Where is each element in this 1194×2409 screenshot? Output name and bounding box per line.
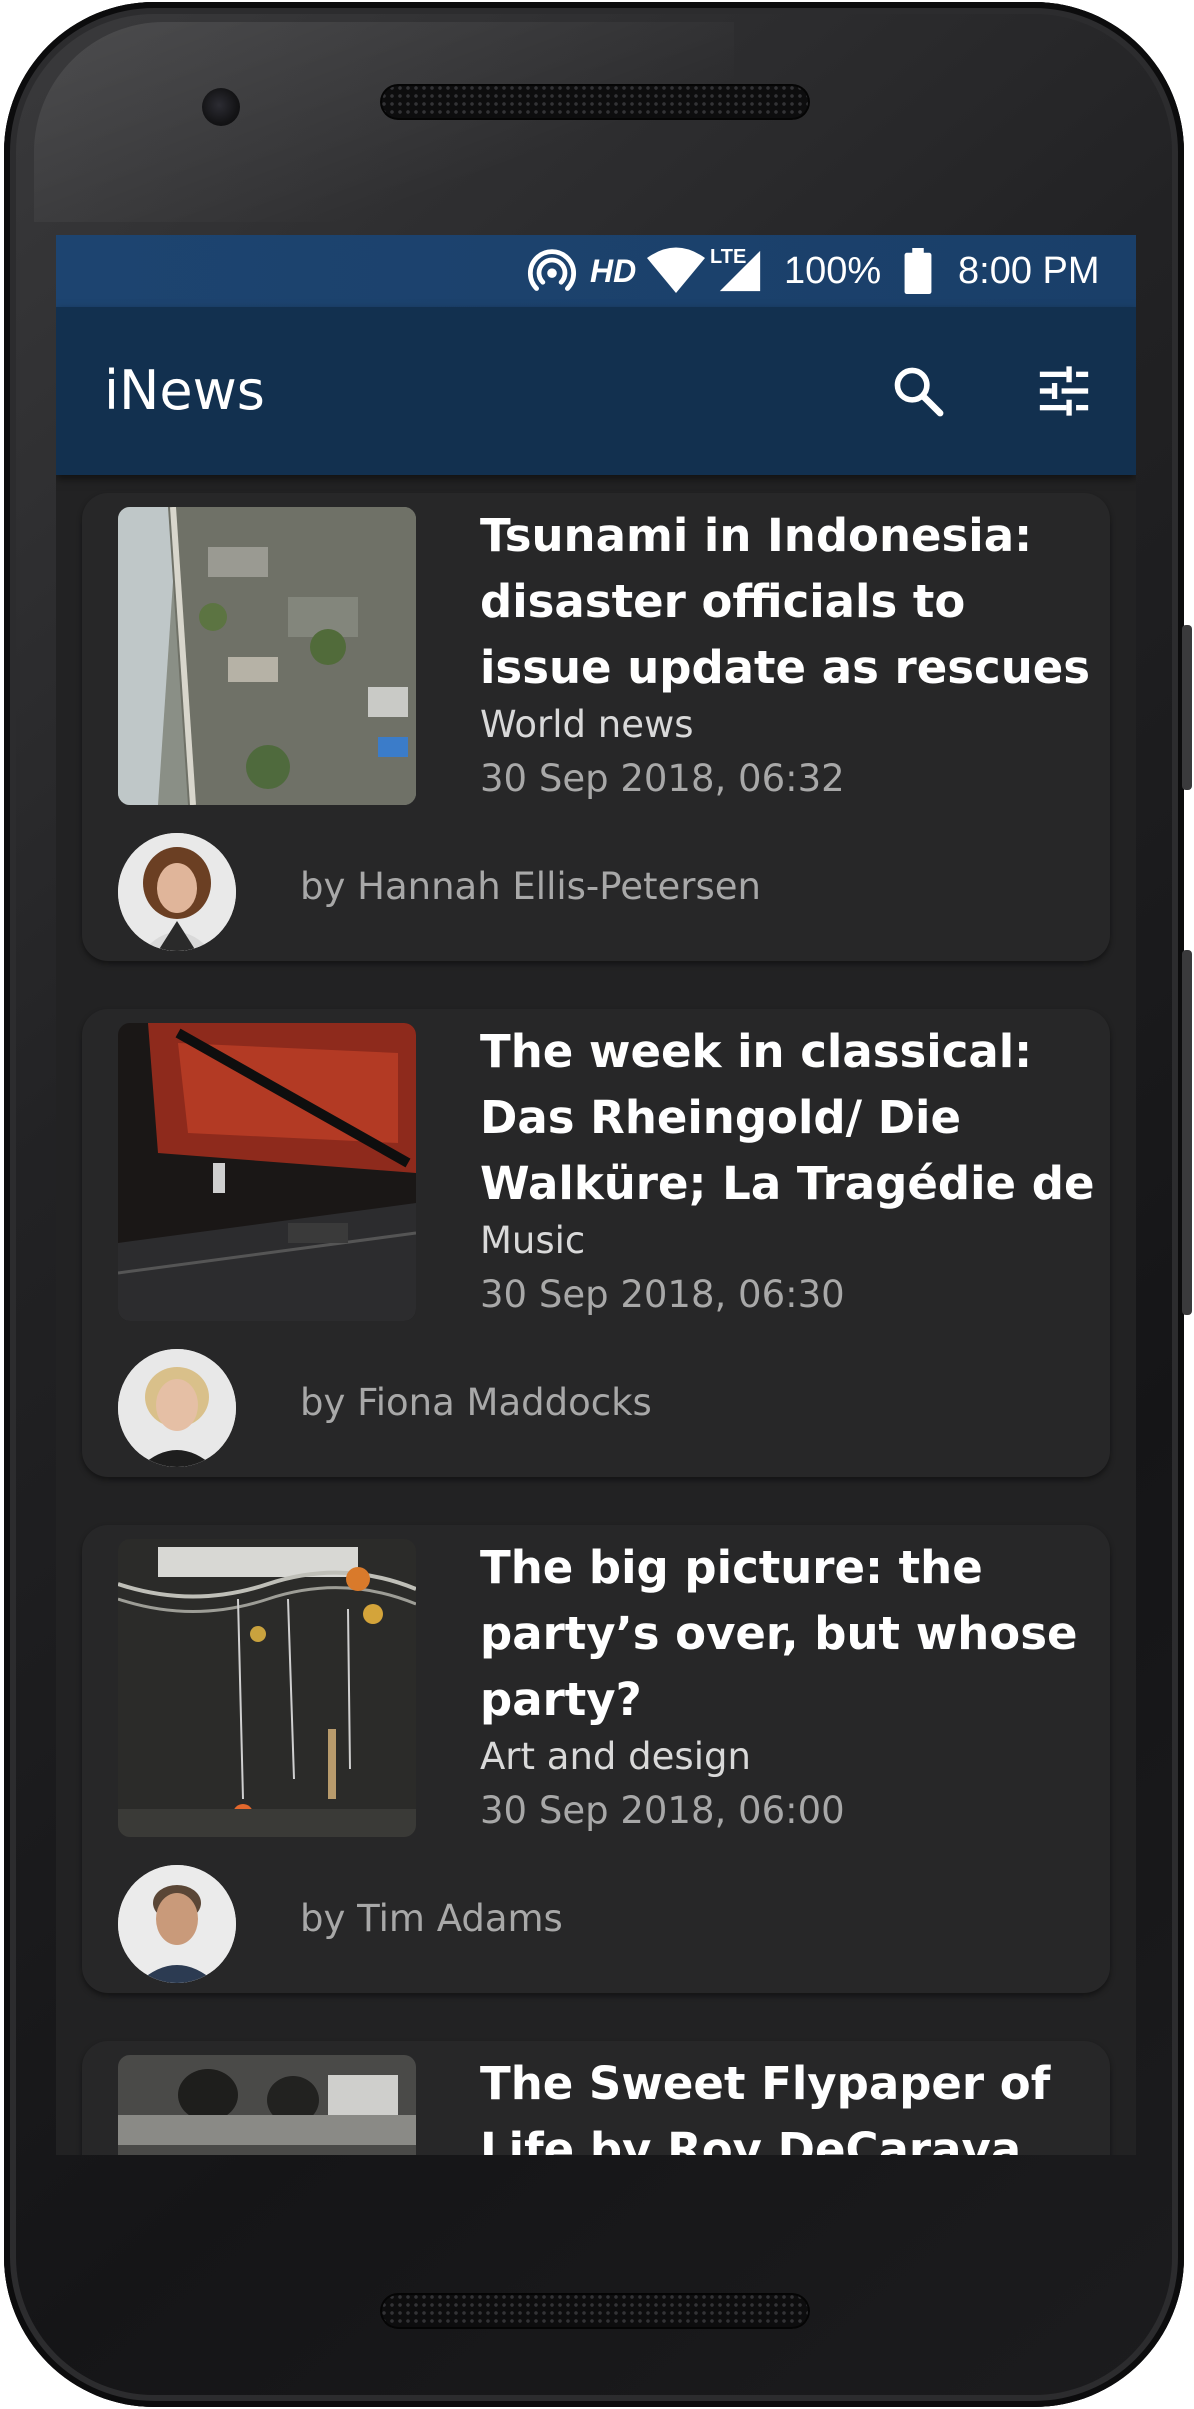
article-date: 30 Sep 2018, 06:00 bbox=[480, 1789, 845, 1832]
article-headline: The Sweet Flypaper of Life by Roy DeCara… bbox=[480, 2057, 1051, 2155]
article-headline: The big picture: the party’s over, but w… bbox=[480, 1541, 1078, 1726]
phone-gloss bbox=[34, 22, 734, 222]
filter-sliders-icon[interactable] bbox=[1028, 355, 1100, 427]
author-avatar bbox=[118, 1349, 236, 1467]
article-thumbnail bbox=[118, 1539, 416, 1837]
article-card[interactable]: The Sweet Flypaper of Life by Roy DeCara… bbox=[82, 2041, 1110, 2155]
status-bar: HD LTE 100% 8:00 PM bbox=[56, 235, 1136, 307]
author-avatar bbox=[118, 833, 236, 951]
app-title: iNews bbox=[104, 359, 265, 422]
battery-icon bbox=[904, 235, 932, 307]
hd-voice-label: HD bbox=[590, 252, 637, 289]
search-icon[interactable] bbox=[882, 355, 954, 427]
front-camera bbox=[202, 88, 240, 126]
hotspot-icon bbox=[526, 235, 578, 307]
article-thumbnail bbox=[118, 2055, 416, 2155]
article-section: Art and design bbox=[480, 1735, 751, 1778]
article-byline: by Fiona Maddocks bbox=[300, 1381, 652, 1424]
signal-icon bbox=[718, 235, 762, 307]
wifi-icon bbox=[646, 235, 706, 307]
phone-frame: HD LTE 100% 8:00 PM iNews Tsunami in Ind… bbox=[4, 2, 1184, 2407]
article-card[interactable]: The big picture: the party’s over, but w… bbox=[82, 1525, 1110, 1993]
article-date: 30 Sep 2018, 06:30 bbox=[480, 1273, 845, 1316]
earpiece-speaker bbox=[380, 84, 810, 120]
article-byline: by Tim Adams bbox=[300, 1897, 563, 1940]
article-section: Music bbox=[480, 1219, 586, 1262]
article-headline: Tsunami in Indonesia: disaster officials… bbox=[480, 509, 1091, 694]
bottom-speaker bbox=[380, 2293, 810, 2329]
article-byline: by Hannah Ellis-Petersen bbox=[300, 865, 762, 908]
article-date: 30 Sep 2018, 06:32 bbox=[480, 757, 845, 800]
clock: 8:00 PM bbox=[958, 249, 1100, 292]
battery-percent: 100% bbox=[784, 249, 882, 292]
article-thumbnail bbox=[118, 1023, 416, 1321]
power-button bbox=[1182, 625, 1192, 790]
author-avatar bbox=[118, 1865, 236, 1983]
article-headline: The week in classical: Das Rheingold/ Di… bbox=[480, 1025, 1095, 1210]
article-section: World news bbox=[480, 703, 694, 746]
article-card[interactable]: Tsunami in Indonesia: disaster officials… bbox=[82, 493, 1110, 961]
volume-rocker bbox=[1182, 950, 1192, 1315]
article-card[interactable]: The week in classical: Das Rheingold/ Di… bbox=[82, 1009, 1110, 1477]
app-toolbar: iNews bbox=[56, 307, 1136, 475]
app-screen: HD LTE 100% 8:00 PM iNews Tsunami in Ind… bbox=[56, 235, 1136, 2155]
article-thumbnail bbox=[118, 507, 416, 805]
